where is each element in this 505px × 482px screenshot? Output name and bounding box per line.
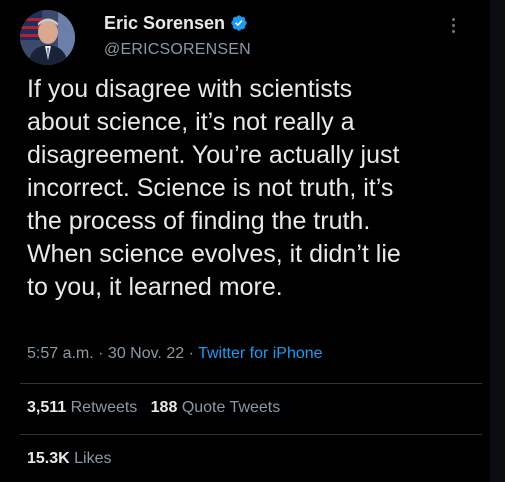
likes-count: 15.3K [27, 450, 70, 467]
divider [20, 383, 482, 384]
verified-badge-icon [231, 15, 247, 31]
more-dot [452, 24, 455, 27]
more-dot [452, 18, 455, 21]
tweet-date[interactable]: 30 Nov. 22 [108, 345, 184, 362]
retweets-stat[interactable]: 3,511 Retweets [27, 399, 137, 416]
quote-tweets-label: Quote Tweets [181, 399, 281, 416]
quote-tweets-stat[interactable]: 188 Quote Tweets [151, 399, 281, 416]
tweet-card: Eric Sorensen @ERICSORENSEN If you disag… [0, 0, 490, 482]
tweet-source-link[interactable]: Twitter for iPhone [198, 345, 323, 362]
divider [20, 434, 482, 435]
retweets-count: 3,511 [27, 399, 67, 416]
meta-separator: · [93, 345, 108, 362]
more-options-icon[interactable] [452, 18, 456, 33]
background-edge [490, 0, 505, 482]
likes-label: Likes [74, 450, 112, 467]
more-dot [452, 30, 455, 33]
tweet-metadata: 5:57 a.m. · 30 Nov. 22 · Twitter for iPh… [27, 343, 323, 365]
tweet-time[interactable]: 5:57 a.m. [27, 345, 94, 362]
author-handle[interactable]: @ERICSORENSEN [104, 40, 251, 60]
avatar-photo-icon [20, 10, 75, 65]
author-avatar[interactable] [20, 10, 75, 65]
author-name-row: Eric Sorensen [104, 12, 248, 34]
engagement-stats: 3,511 Retweets 188 Quote Tweets [27, 397, 280, 419]
meta-separator: · [184, 345, 199, 362]
tweet-text: If you disagree with scientists about sc… [27, 75, 401, 301]
retweets-label: Retweets [70, 399, 138, 416]
author-display-name[interactable]: Eric Sorensen [104, 12, 225, 34]
quote-tweets-count: 188 [150, 399, 178, 416]
likes-stat[interactable]: 15.3K Likes [27, 448, 112, 470]
